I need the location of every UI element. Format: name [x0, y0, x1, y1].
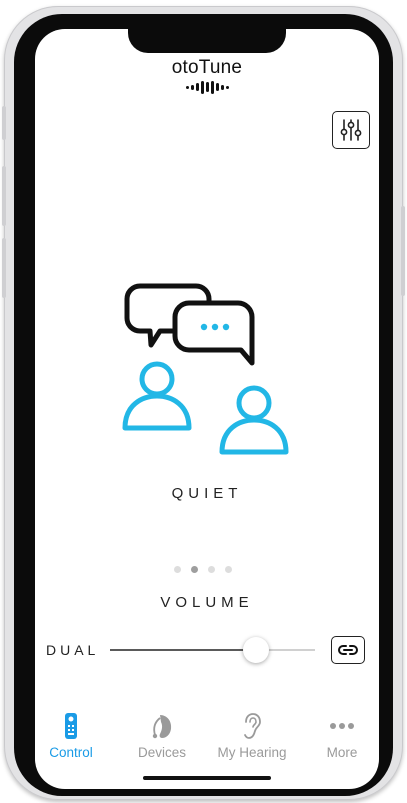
link-icon	[338, 645, 358, 655]
app-logo: otoTune	[35, 57, 379, 94]
volume-slider[interactable]	[110, 637, 315, 663]
volume-up-button	[2, 166, 6, 226]
equalizer-settings-button[interactable]	[332, 111, 370, 149]
notch	[128, 29, 286, 53]
ear-icon	[244, 713, 261, 739]
remote-icon	[65, 713, 77, 739]
volume-down-button	[2, 238, 6, 298]
more-dots-icon	[330, 723, 354, 729]
tab-label: My Hearing	[217, 745, 287, 760]
program-pager[interactable]	[174, 566, 232, 573]
tab-control[interactable]: Control	[35, 711, 116, 760]
waveform-icon	[35, 80, 379, 94]
volume-thumb[interactable]	[242, 637, 269, 663]
tab-bar: Control Devices My Hearing More	[35, 711, 379, 771]
tab-devices[interactable]: Devices	[117, 711, 207, 760]
dual-mode-label: DUAL	[46, 642, 100, 658]
app-screen: otoTune QUIET VOLUME DUAL Control Device…	[35, 29, 379, 789]
mute-switch	[2, 106, 6, 140]
tab-label: More	[326, 745, 358, 760]
page-dot[interactable]	[208, 566, 215, 573]
home-indicator	[143, 776, 271, 780]
link-ears-button[interactable]	[331, 636, 365, 664]
tab-label: Devices	[137, 745, 186, 760]
app-name: otoTune	[171, 57, 243, 78]
tab-my-hearing[interactable]: My Hearing	[207, 711, 297, 760]
volume-label: VOLUME	[160, 594, 254, 611]
page-dot-active[interactable]	[191, 566, 198, 573]
sliders-icon	[340, 119, 362, 141]
program-name: QUIET	[171, 485, 243, 502]
tab-more[interactable]: More	[297, 711, 379, 760]
power-button	[401, 206, 405, 296]
hearing-aid-icon	[152, 715, 172, 739]
conversation-icon	[122, 283, 289, 455]
page-dot[interactable]	[174, 566, 181, 573]
volume-fill	[110, 649, 256, 651]
tab-label: Control	[49, 745, 93, 760]
page-dot[interactable]	[225, 566, 232, 573]
